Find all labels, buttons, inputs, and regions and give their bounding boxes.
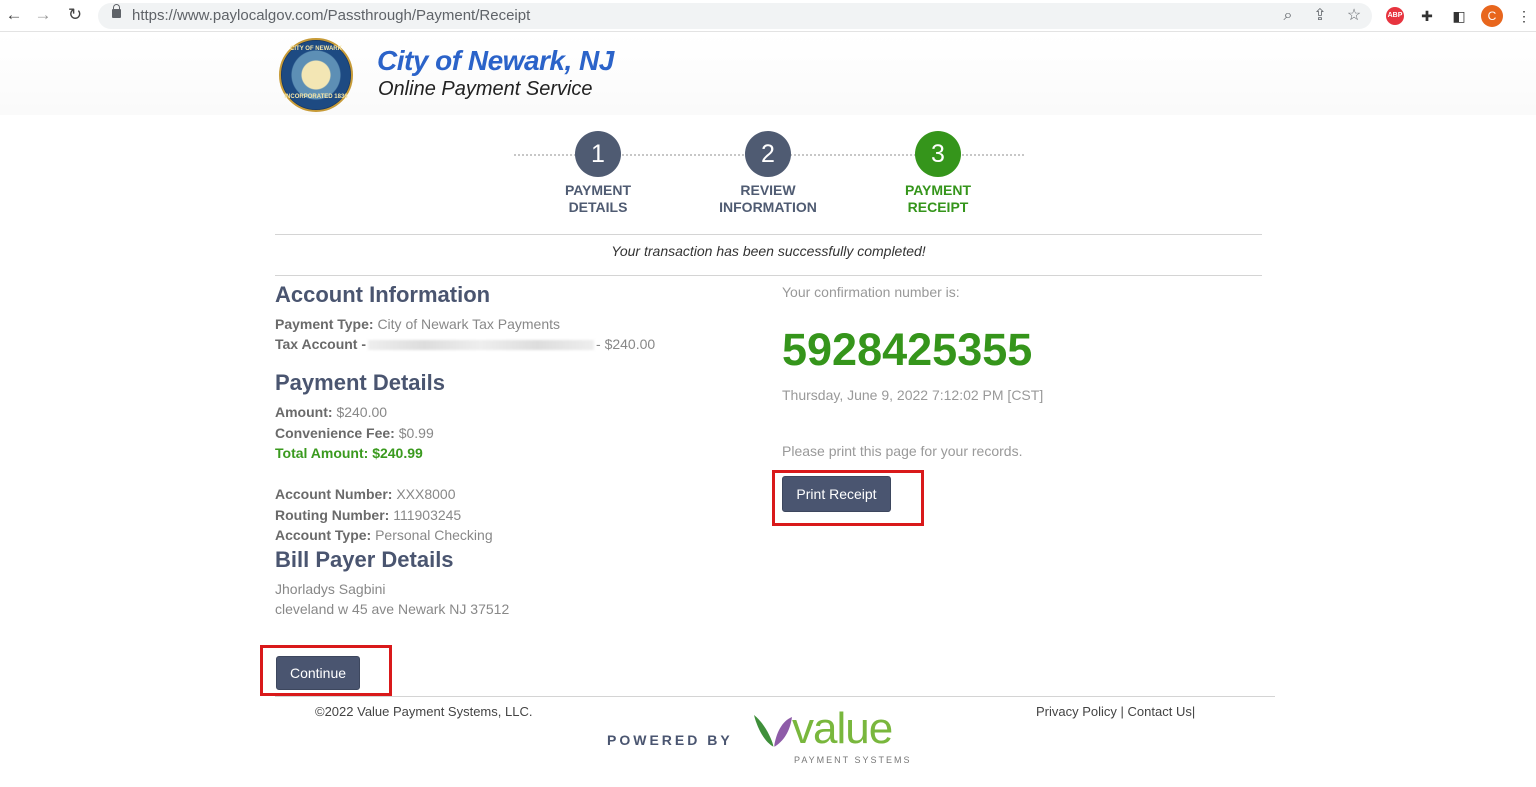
convenience-fee-row: Convenience Fee: $0.99: [275, 425, 434, 441]
seal-text-top: CITY OF NEWARK: [290, 46, 342, 52]
value-logo-subtitle: PAYMENT SYSTEMS: [794, 755, 912, 765]
print-note: Please print this page for your records.: [782, 443, 1023, 459]
total-label: Total Amount:: [275, 445, 369, 461]
account-number-value: XXX8000: [396, 486, 456, 502]
side-panel-icon[interactable]: ◧: [1448, 5, 1470, 27]
tax-account-amount: - $240.00: [596, 336, 656, 352]
total-amount-row: Total Amount: $240.99: [275, 445, 423, 461]
account-number-label: Account Number:: [275, 486, 393, 502]
divider: [275, 275, 1262, 276]
step-label-line2: DETAILS: [568, 199, 628, 215]
amount-row: Amount: $240.00: [275, 404, 387, 420]
step-number: 2: [745, 131, 791, 177]
payer-name: Jhorladys Sagbini: [275, 581, 386, 597]
progress-steps: 1 PAYMENT DETAILS 2 REVIEW INFORMATION 3…: [514, 131, 1024, 216]
payment-type-row: Payment Type: City of Newark Tax Payment…: [275, 316, 560, 332]
footer-separator: |: [1116, 704, 1128, 719]
value-logo-wordmark: value: [792, 704, 893, 753]
payer-address: cleveland w 45 ave Newark NJ 37512: [275, 601, 510, 617]
share-icon[interactable]: ⇪: [1310, 6, 1330, 26]
account-number-row: Account Number: XXX8000: [275, 486, 456, 502]
step-review-information: 2 REVIEW INFORMATION: [698, 131, 838, 216]
contact-us-link[interactable]: Contact Us|: [1128, 704, 1196, 719]
fee-value: $0.99: [398, 425, 434, 441]
tax-account-label: Tax Account -: [275, 336, 367, 352]
menu-kebab-icon[interactable]: ⋮: [1513, 5, 1535, 27]
confirmation-number: 5928425355: [782, 324, 1033, 375]
extensions-puzzle-icon[interactable]: ✚: [1416, 5, 1438, 27]
copyright: ©2022 Value Payment Systems, LLC.: [315, 704, 533, 719]
account-type-label: Account Type:: [275, 527, 372, 543]
privacy-policy-link[interactable]: Privacy Policy: [1036, 704, 1117, 719]
routing-number-value: 111903245: [393, 507, 462, 523]
step-label-line1: REVIEW: [740, 182, 796, 198]
footer-links: Privacy Policy | Contact Us|: [1036, 704, 1195, 719]
city-title: City of Newark, NJ: [377, 45, 614, 76]
step-label-line2: RECEIPT: [907, 199, 969, 215]
site-header: CITY OF NEWARK INCORPORATED 1836 City of…: [0, 33, 1536, 115]
service-subtitle: Online Payment Service: [378, 78, 593, 100]
step-payment-receipt: 3 PAYMENT RECEIPT: [868, 131, 1008, 216]
divider: [275, 234, 1262, 235]
url-text[interactable]: https://www.paylocalgov.com/Passthrough/…: [132, 7, 530, 24]
step-number: 1: [575, 131, 621, 177]
adblock-extension-icon[interactable]: ABP: [1386, 7, 1404, 25]
bookmark-star-icon[interactable]: ☆: [1344, 6, 1364, 26]
step-number: 3: [915, 131, 961, 177]
routing-number-label: Routing Number:: [275, 507, 390, 523]
account-information-heading: Account Information: [275, 282, 491, 307]
step-label-line1: PAYMENT: [564, 182, 632, 198]
redacted-account-number: [368, 340, 595, 351]
footer-divider: [275, 696, 1275, 697]
bill-payer-heading: Bill Payer Details: [275, 547, 454, 572]
reload-icon[interactable]: ↻: [64, 4, 86, 26]
powered-by-label: POWERED BY: [607, 732, 733, 748]
back-arrow-icon[interactable]: ←: [3, 4, 25, 26]
seal-text-bottom: INCORPORATED 1836: [284, 94, 348, 100]
browser-toolbar: ← → ↻ https://www.paylocalgov.com/Passth…: [0, 0, 1536, 32]
amount-value: $240.00: [336, 404, 388, 420]
city-seal-logo: CITY OF NEWARK INCORPORATED 1836: [279, 38, 353, 112]
payment-type-label: Payment Type:: [275, 316, 374, 332]
success-message: Your transaction has been successfully c…: [611, 243, 926, 259]
account-type-row: Account Type: Personal Checking: [275, 527, 493, 543]
address-bar[interactable]: https://www.paylocalgov.com/Passthrough/…: [98, 3, 1372, 29]
value-leaf-logo-icon: [754, 715, 792, 748]
print-receipt-button[interactable]: Print Receipt: [782, 476, 891, 512]
confirmation-label: Your confirmation number is:: [782, 284, 960, 300]
account-type-value: Personal Checking: [375, 527, 493, 543]
payment-details-heading: Payment Details: [275, 370, 445, 395]
payment-type-value: City of Newark Tax Payments: [377, 316, 561, 332]
step-payment-details: 1 PAYMENT DETAILS: [528, 131, 668, 216]
amount-label: Amount:: [275, 404, 333, 420]
forward-arrow-icon[interactable]: →: [32, 4, 54, 26]
profile-avatar[interactable]: C: [1481, 5, 1503, 27]
fee-label: Convenience Fee:: [275, 425, 395, 441]
continue-button[interactable]: Continue: [276, 656, 360, 690]
tax-account-row: Tax Account - - $240.00: [275, 336, 655, 352]
step-label-line2: INFORMATION: [719, 199, 817, 215]
step-label-line1: PAYMENT: [904, 182, 972, 198]
transaction-date: Thursday, June 9, 2022 7:12:02 PM [CST]: [782, 387, 1044, 403]
routing-number-row: Routing Number: 111903245: [275, 507, 461, 523]
zoom-icon[interactable]: ⌕: [1278, 6, 1298, 26]
lock-icon: [112, 4, 121, 18]
total-value: $240.99: [372, 445, 423, 461]
